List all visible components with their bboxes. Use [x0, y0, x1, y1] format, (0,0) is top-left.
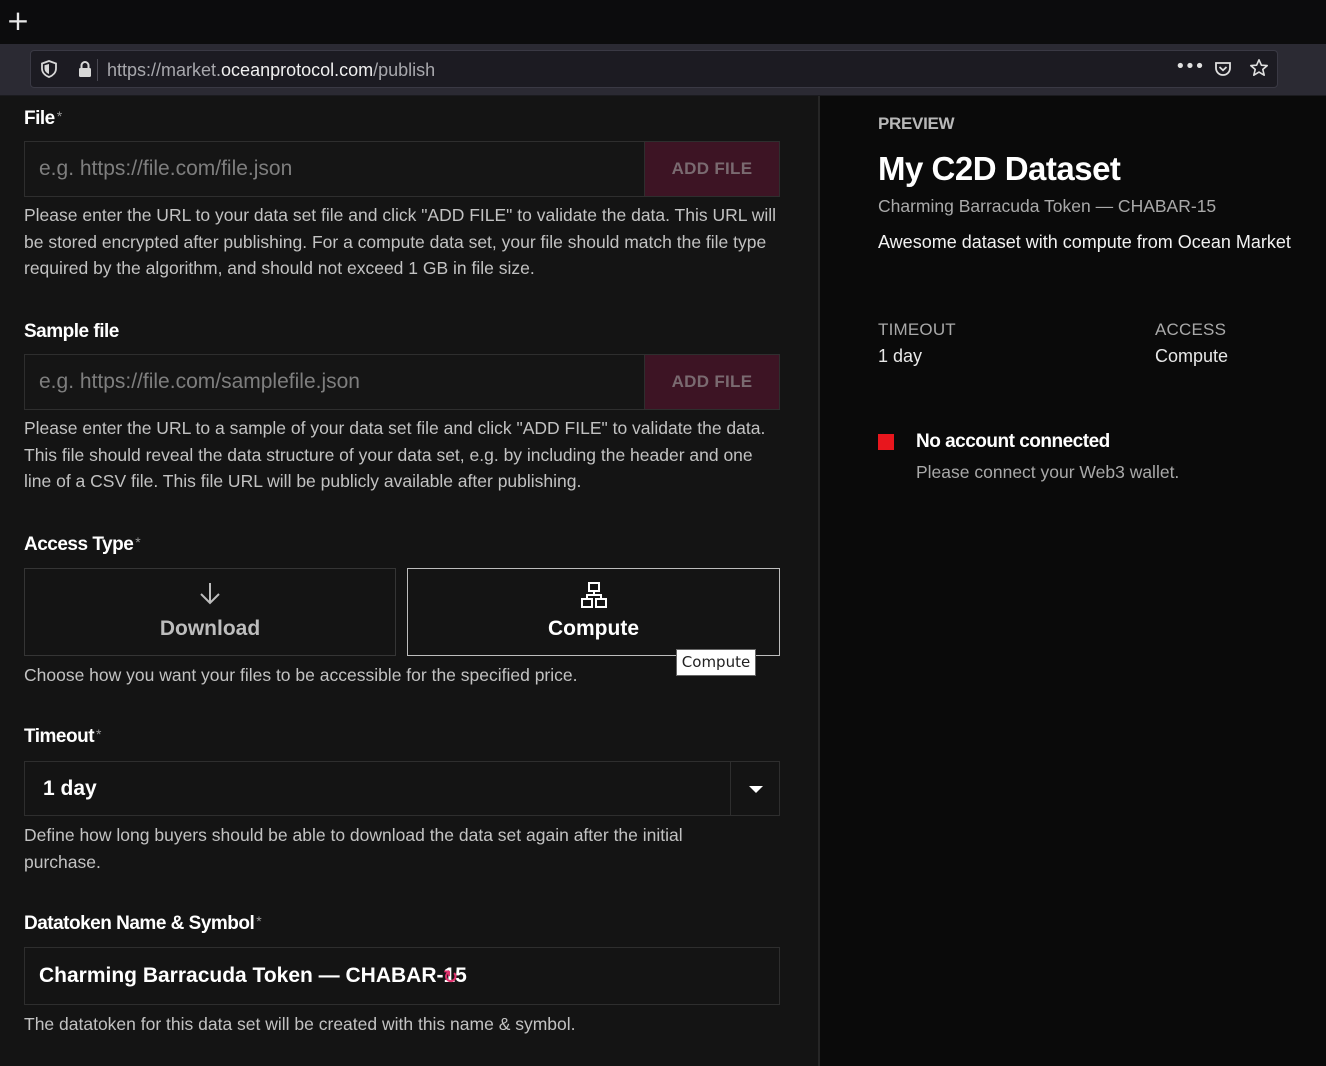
timeout-select[interactable]: 1 day: [24, 761, 780, 816]
datatoken-label-text: Datatoken Name & Symbol: [24, 913, 255, 934]
sample-file-help-text: Please enter the URL to a sample of your…: [24, 418, 766, 491]
access-type-label: Access Type *: [24, 534, 141, 556]
access-type-download-option[interactable]: Download: [24, 568, 396, 656]
bookmark-star-icon[interactable]: [1249, 58, 1269, 78]
add-file-button[interactable]: ADD FILE: [644, 142, 779, 196]
required-marker: *: [96, 726, 101, 742]
file-help-text: Please enter the URL to your data set fi…: [24, 205, 776, 278]
access-type-compute-option[interactable]: Compute: [407, 568, 780, 656]
access-type-help-text: Choose how you want your files to be acc…: [24, 665, 578, 685]
address-bar[interactable]: https://market.oceanprotocol.com/publish…: [30, 50, 1278, 88]
file-label-text: File: [24, 108, 55, 129]
preview-panel: PREVIEW My C2D Dataset Charming Barracud…: [820, 96, 1326, 1066]
refresh-icon[interactable]: ↻: [443, 967, 458, 988]
required-marker: *: [256, 913, 262, 929]
datatoken-field: Charming Barracuda Token — CHABAR-15 ↻: [24, 947, 780, 1005]
timeout-label-text: Timeout: [24, 726, 95, 747]
access-type-label-text: Access Type: [24, 534, 134, 555]
url-text[interactable]: https://market.oceanprotocol.com/publish: [107, 60, 435, 81]
file-input-group: ADD FILE: [24, 141, 780, 197]
timeout-help-text: Define how long buyers should be able to…: [24, 825, 683, 872]
datatoken-value: Charming Barracuda Token — CHABAR-15: [39, 964, 467, 987]
preview-timeout-value: 1 day: [878, 346, 923, 366]
add-sample-file-button[interactable]: ADD FILE: [644, 355, 779, 409]
lock-icon[interactable]: [75, 59, 95, 79]
url-path: /publish: [373, 60, 436, 80]
sample-file-label: Sample file: [24, 321, 119, 342]
preview-heading: PREVIEW: [878, 114, 955, 133]
page-actions-menu-icon[interactable]: •••: [1175, 56, 1205, 77]
tab-bar: +: [0, 0, 1326, 44]
file-label: File *: [24, 108, 62, 130]
required-marker: *: [56, 108, 62, 124]
datatoken-label: Datatoken Name & Symbol *: [24, 913, 262, 935]
preview-access-label: ACCESS: [1155, 320, 1227, 339]
preview-title: My C2D Dataset: [878, 150, 1121, 187]
navigation-toolbar: https://market.oceanprotocol.com/publish…: [0, 44, 1326, 96]
sample-file-input-group: ADD FILE: [24, 354, 780, 410]
download-option-label: Download: [159, 617, 261, 640]
preview-access-value: Compute: [1155, 346, 1229, 366]
compute-icon: [580, 582, 607, 608]
url-host: oceanprotocol.com: [221, 60, 374, 80]
shield-icon[interactable]: [39, 59, 59, 79]
caret-down-icon: [749, 786, 763, 793]
required-marker: *: [135, 534, 141, 550]
no-account-title: No account connected: [916, 431, 1110, 452]
preview-datatoken: Charming Barracuda Token — CHABAR-15: [878, 196, 1217, 216]
datatoken-help-text: The datatoken for this data set will be …: [24, 1014, 576, 1034]
pocket-icon[interactable]: [1213, 59, 1233, 79]
url-separator: [97, 59, 98, 81]
sample-file-url-input[interactable]: [25, 355, 645, 409]
preview-timeout-label: TIMEOUT: [878, 320, 956, 339]
new-tab-button[interactable]: +: [6, 7, 30, 35]
publish-form: File* ADD FILE Please enter the URL to y…: [0, 96, 818, 1066]
file-url-input[interactable]: [25, 142, 645, 196]
preview-description: Awesome dataset with compute from Ocean …: [878, 232, 1291, 252]
no-account-message: Please connect your Web3 wallet.: [916, 462, 1180, 482]
timeout-dropdown-toggle[interactable]: [730, 762, 779, 815]
timeout-label: Timeout *: [24, 726, 101, 748]
arrow-down-icon: [200, 583, 220, 605]
warning-status-icon: [878, 434, 894, 450]
compute-tooltip: Compute: [676, 649, 756, 676]
url-prefix: https://market.: [107, 60, 222, 80]
compute-option-label: Compute: [548, 617, 639, 640]
timeout-selected-value: 1 day: [43, 777, 97, 800]
